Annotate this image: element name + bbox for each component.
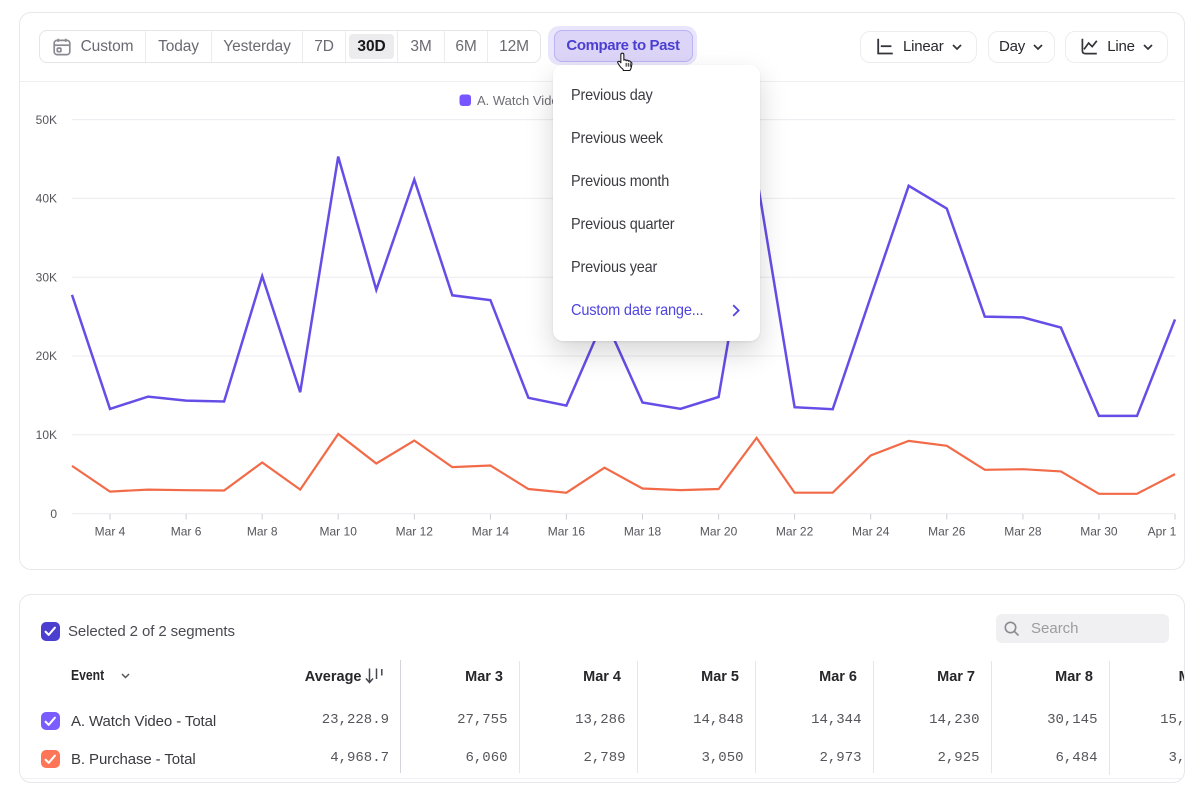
svg-text:Mar 6: Mar 6 bbox=[171, 525, 202, 539]
svg-text:Mar 16: Mar 16 bbox=[548, 525, 586, 539]
svg-text:Mar 8: Mar 8 bbox=[247, 525, 278, 539]
svg-text:Mar 26: Mar 26 bbox=[928, 525, 966, 539]
svg-text:40K: 40K bbox=[36, 192, 57, 206]
svg-text:Apr 1: Apr 1 bbox=[1148, 525, 1177, 539]
svg-text:Mar 18: Mar 18 bbox=[624, 525, 662, 539]
svg-text:Mar 28: Mar 28 bbox=[1004, 525, 1042, 539]
svg-text:Mar 4: Mar 4 bbox=[95, 525, 126, 539]
svg-text:Mar 22: Mar 22 bbox=[776, 525, 814, 539]
svg-text:10K: 10K bbox=[36, 428, 57, 442]
svg-text:0: 0 bbox=[50, 507, 57, 521]
svg-text:30K: 30K bbox=[36, 270, 57, 284]
svg-text:20K: 20K bbox=[36, 349, 57, 363]
svg-text:50K: 50K bbox=[36, 113, 57, 127]
svg-text:Mar 24: Mar 24 bbox=[852, 525, 890, 539]
svg-text:Mar 30: Mar 30 bbox=[1080, 525, 1118, 539]
svg-text:Mar 14: Mar 14 bbox=[472, 525, 510, 539]
svg-text:Mar 12: Mar 12 bbox=[396, 525, 434, 539]
svg-text:Mar 20: Mar 20 bbox=[700, 525, 738, 539]
svg-text:Mar 10: Mar 10 bbox=[320, 525, 358, 539]
